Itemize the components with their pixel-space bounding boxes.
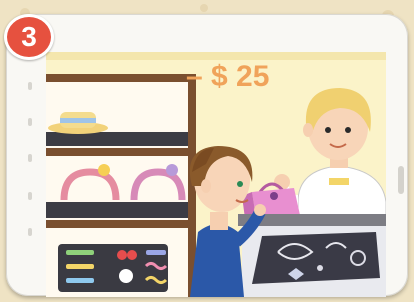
tablet-screen: – $ 25: [46, 52, 386, 297]
jewelry-counter: [238, 214, 386, 297]
tablet-side-button: [28, 192, 32, 200]
tablet-side-button: [28, 228, 32, 236]
background-dot: [200, 4, 208, 12]
price-tag: – $ 25: [186, 60, 269, 93]
tablet-home-button[interactable]: [398, 166, 404, 194]
tablet-frame: – $ 25: [6, 14, 408, 297]
shop-scene-illustration: – $ 25: [46, 52, 386, 297]
tablet-side-button: [28, 154, 32, 162]
tablet-side-button: [28, 82, 32, 90]
step-number-badge: 3: [4, 14, 54, 60]
wall-trim: [46, 52, 386, 60]
tablet-side-button: [28, 118, 32, 126]
